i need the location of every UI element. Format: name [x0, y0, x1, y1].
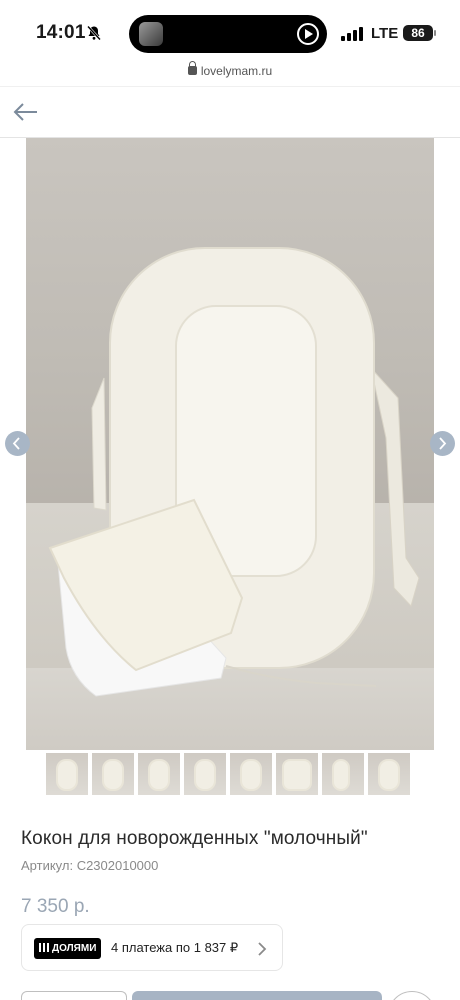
product-photo [48, 247, 420, 697]
gallery-thumbnail[interactable] [276, 753, 318, 795]
dynamic-island[interactable] [129, 15, 327, 53]
gallery-thumbnails [46, 753, 416, 795]
gallery-thumbnail[interactable] [138, 753, 180, 795]
status-time: 14:01 [36, 22, 86, 43]
url-bar[interactable]: lovelymam.ru [0, 61, 460, 86]
dolyami-badge-label: ДОЛЯМИ [52, 943, 97, 954]
lock-icon [187, 61, 197, 75]
arrow-left-icon[interactable] [12, 101, 40, 123]
product-image[interactable] [26, 138, 434, 750]
dolyami-installment-button[interactable]: ДОЛЯМИ 4 платежа по 1 837 ₽ [21, 924, 283, 971]
quantity-selector[interactable] [21, 991, 127, 1000]
chevron-left-icon [12, 437, 20, 450]
gallery-prev-button[interactable] [5, 431, 30, 456]
product-sku: Артикул: С2302010000 [21, 858, 159, 873]
battery-nub [434, 30, 436, 36]
site-header [0, 86, 460, 138]
gallery-thumbnail[interactable] [184, 753, 226, 795]
gallery-thumbnail[interactable] [322, 753, 364, 795]
dolyami-bars-icon [39, 943, 49, 952]
chevron-right-icon [439, 437, 447, 450]
add-to-cart-button[interactable] [132, 991, 382, 1000]
url-text: lovelymam.ru [200, 64, 273, 78]
gallery-thumbnail[interactable] [368, 753, 410, 795]
chevron-right-icon [258, 942, 267, 956]
gallery-thumbnail[interactable] [46, 753, 88, 795]
product-price: 7 350 р. [21, 896, 90, 917]
favorite-button[interactable] [388, 991, 436, 1000]
dolyami-logo: ДОЛЯМИ [34, 938, 101, 959]
network-type: LTE [371, 25, 399, 42]
status-bar: 14:01 LTE 86 [0, 0, 460, 64]
battery-level: 86 [403, 25, 433, 41]
now-playing-artwork [139, 22, 163, 46]
bell-slash-icon [87, 25, 101, 41]
gallery-thumbnail[interactable] [230, 753, 272, 795]
gallery-next-button[interactable] [430, 431, 455, 456]
play-icon[interactable] [297, 23, 319, 45]
gallery-thumbnail[interactable] [92, 753, 134, 795]
signal-icon [341, 27, 363, 41]
product-title: Кокон для новорожденных "молочный" [21, 828, 368, 849]
dolyami-payments-text: 4 платежа по 1 837 ₽ [111, 940, 239, 955]
